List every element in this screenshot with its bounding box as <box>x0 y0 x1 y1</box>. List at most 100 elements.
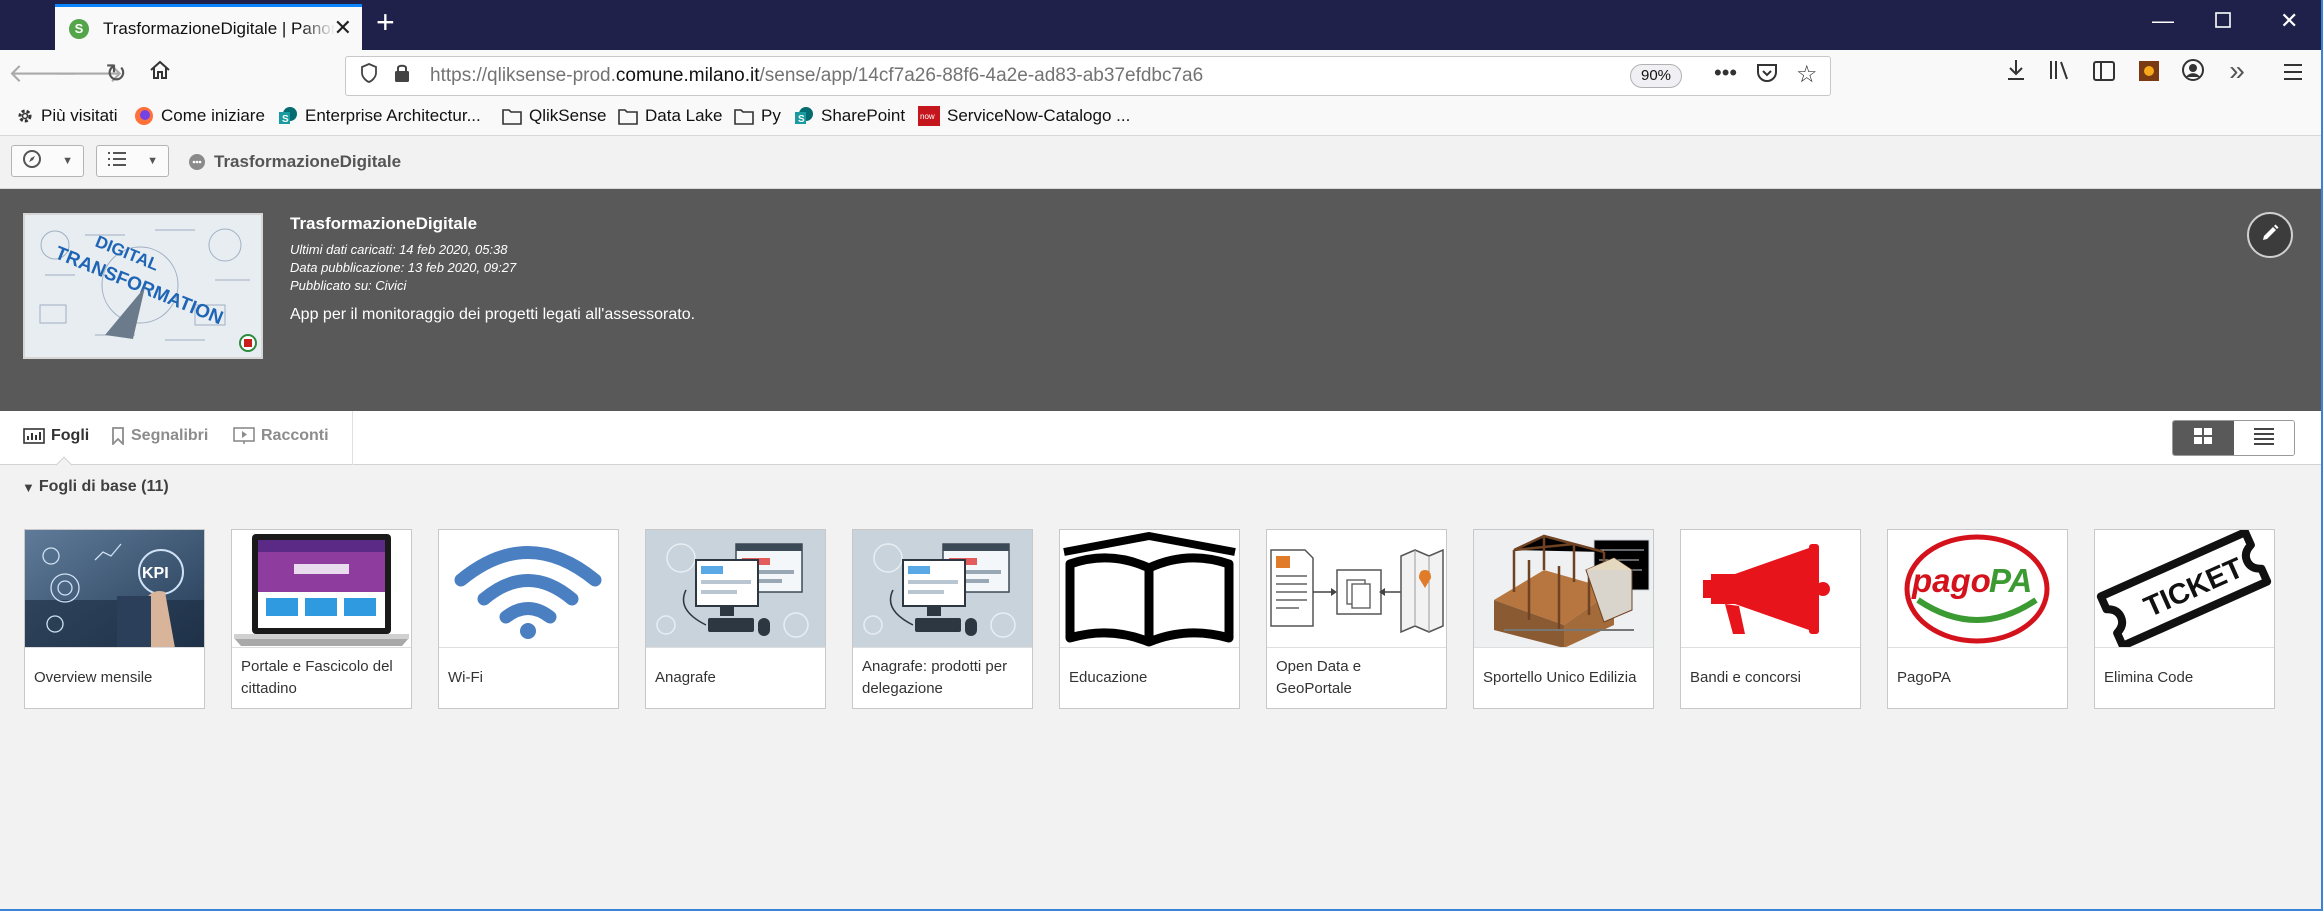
story-icon <box>233 427 255 445</box>
building-frame-image <box>1474 530 1653 648</box>
app-title: TrasformazioneDigitale <box>290 214 478 233</box>
sharepoint-icon: S <box>278 106 298 126</box>
sheets-icon <box>23 427 45 445</box>
pencil-icon <box>2260 223 2280 248</box>
bookmark-piu-visitati[interactable]: Più visitati <box>16 106 118 126</box>
page-actions-icon[interactable]: ••• <box>1714 60 1737 86</box>
browser-tab-bar: S TrasformazioneDigitale | Panoramica ap… <box>0 0 2323 50</box>
sheet-card-pagopa[interactable]: pago PA PagoPA <box>1887 529 2068 709</box>
overflow-chevron-icon[interactable]: » <box>2219 55 2255 87</box>
home-icon[interactable] <box>142 58 178 89</box>
shield-icon[interactable] <box>360 63 378 89</box>
sheet-title: Elimina Code <box>2104 669 2194 686</box>
kpi-image: KPI <box>25 530 204 648</box>
pocket-icon[interactable] <box>1756 63 1778 89</box>
sheet-card-anagrafe-prodotti[interactable]: Anagrafe: prodotti per delegazione <box>852 529 1033 709</box>
sheet-title: Open Data e GeoPortale <box>1276 658 1362 697</box>
bookmarks-bar: Più visitati Come iniziare S Enterprise … <box>0 102 2323 136</box>
tab-sheets[interactable]: Fogli <box>23 427 89 445</box>
sheet-title: Sportello Unico Edilizia <box>1483 669 1637 686</box>
sheet-card-sportello-unico-edilizia[interactable]: Sportello Unico Edilizia <box>1473 529 1654 709</box>
list-view-button[interactable] <box>2233 421 2294 455</box>
bookmark-data-lake[interactable]: Data Lake <box>618 106 723 126</box>
sharepoint-icon: S <box>794 106 814 126</box>
servicenow-icon: now <box>918 106 940 126</box>
svg-text:S: S <box>282 114 289 125</box>
account-icon[interactable] <box>2175 58 2211 89</box>
svg-text:S: S <box>798 114 805 125</box>
edit-app-button[interactable] <box>2247 212 2293 258</box>
browser-tab-title: TrasformazioneDigitale | Panoramica app <box>103 18 335 38</box>
svg-text:now: now <box>920 112 935 121</box>
sheet-card-wifi[interactable]: Wi-Fi <box>438 529 619 709</box>
bookmark-py[interactable]: Py <box>734 106 781 126</box>
hamburger-menu-icon[interactable] <box>2275 58 2311 89</box>
section-toggle-base-sheets[interactable]: ▼ Fogli di base (11) <box>22 478 169 496</box>
sheet-title: Overview mensile <box>34 669 153 686</box>
sheet-title: Educazione <box>1069 669 1148 686</box>
maximize-window-icon[interactable] <box>2214 9 2232 35</box>
new-tab-icon[interactable]: + <box>376 4 395 41</box>
bookmark-qliksense[interactable]: QlikSense <box>502 106 606 126</box>
navigation-menu-button[interactable]: ▼ <box>11 145 84 177</box>
firefox-icon <box>134 106 154 126</box>
caret-down-icon: ▼ <box>22 479 35 495</box>
sheet-card-elimina-code[interactable]: TICKET Elimina Code <box>2094 529 2275 709</box>
bookmark-star-icon[interactable]: ☆ <box>1796 60 1818 89</box>
global-menu-button[interactable]: ▼ <box>96 145 169 177</box>
tab-stories[interactable]: Racconti <box>233 427 329 445</box>
sheet-title: Wi-Fi <box>448 669 483 686</box>
bookmark-enterprise-architecture[interactable]: S Enterprise Architectur... <box>278 106 481 126</box>
pagopa-logo: pago PA <box>1888 530 2067 648</box>
forward-icon[interactable]: 🡒 <box>54 58 124 89</box>
browser-tab-active[interactable]: S TrasformazioneDigitale | Panoramica ap… <box>55 4 362 50</box>
tab-bookmarks[interactable]: Segnalibri <box>111 427 208 445</box>
folder-icon <box>618 108 638 125</box>
app-icon <box>188 153 206 171</box>
sheet-card-anagrafe[interactable]: Anagrafe <box>645 529 826 709</box>
published-stream-info: Pubblicato su: Civici <box>290 278 407 293</box>
app-thumbnail: DIGITAL TRANSFORMATION <box>23 213 263 359</box>
sheet-title: Anagrafe: prodotti per delegazione <box>862 658 1008 697</box>
computer-registry-image <box>646 530 825 648</box>
sheet-title: Bandi e concorsi <box>1690 669 1801 686</box>
sidebar-icon[interactable] <box>2086 58 2122 89</box>
sheet-title: Anagrafe <box>655 669 716 686</box>
bookmark-come-iniziare[interactable]: Come iniziare <box>134 106 265 126</box>
sheet-card-overview-mensile[interactable]: KPI Overview mensile <box>24 529 205 709</box>
url-text[interactable]: https://qliksense-prod.comune.milano.it/… <box>430 65 1203 87</box>
last-loaded-info: Ultimi dati caricati: 14 feb 2020, 05:38 <box>290 242 508 257</box>
app-breadcrumb[interactable]: TrasformazioneDigitale <box>188 152 401 172</box>
sheet-grid: KPI Overview mensile Portale e Fascicolo… <box>24 529 2275 709</box>
reload-icon[interactable]: ↻ <box>98 58 134 89</box>
sheet-card-portale-fascicolo[interactable]: Portale e Fascicolo del cittadino <box>231 529 412 709</box>
zoom-level-badge[interactable]: 90% <box>1630 64 1683 88</box>
bookmark-icon <box>111 427 125 445</box>
close-window-icon[interactable]: ✕ <box>2280 8 2298 34</box>
sheet-card-bandi-e-concorsi[interactable]: Bandi e concorsi <box>1680 529 1861 709</box>
gear-icon <box>16 107 34 125</box>
computer-registry-image <box>853 530 1032 648</box>
qlik-favicon-icon: S <box>69 18 89 39</box>
downloads-icon[interactable] <box>1998 58 2034 89</box>
minimize-window-icon[interactable]: — <box>2152 8 2174 34</box>
bookmark-sharepoint[interactable]: S SharePoint <box>794 106 905 126</box>
sheet-card-educazione[interactable]: Educazione <box>1059 529 1240 709</box>
list-icon <box>2253 427 2275 450</box>
close-tab-icon[interactable]: ✕ <box>334 15 352 41</box>
bookmark-servicenow[interactable]: now ServiceNow-Catalogo ... <box>918 106 1130 126</box>
app-description: App per il monitoraggio dei progetti leg… <box>290 306 696 323</box>
wifi-image <box>439 530 618 648</box>
laptop-image <box>232 530 411 648</box>
url-bar[interactable]: https://qliksense-prod.comune.milano.it/… <box>345 56 1831 96</box>
sheet-title: PagoPA <box>1897 669 1951 686</box>
lock-icon[interactable] <box>394 63 410 89</box>
extension-icon[interactable] <box>2131 58 2167 89</box>
library-icon[interactable] <box>2042 58 2078 89</box>
published-date-info: Data pubblicazione: 13 feb 2020, 09:27 <box>290 260 517 275</box>
grid-view-button[interactable] <box>2173 421 2234 455</box>
sheet-card-open-data-geoportale[interactable]: Open Data e GeoPortale <box>1266 529 1447 709</box>
back-icon[interactable]: 🡐 <box>8 58 78 89</box>
svg-text:pago: pago <box>1911 562 1991 599</box>
chevron-down-icon: ▼ <box>62 155 73 167</box>
